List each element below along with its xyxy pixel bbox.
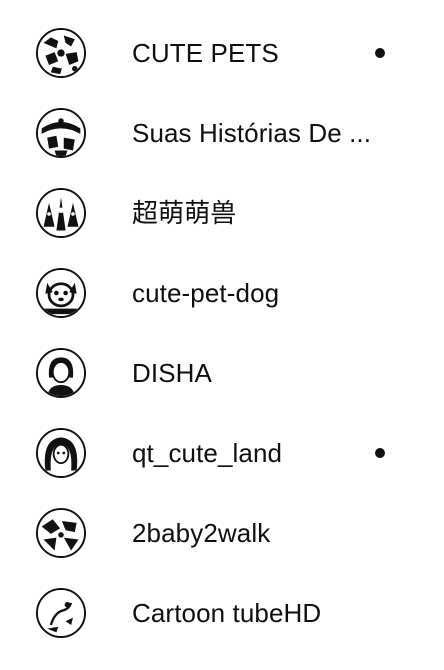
baby-avatar	[36, 508, 86, 558]
cute-beast-avatar	[36, 188, 86, 238]
channel-row-disha[interactable]: DISHA	[0, 333, 444, 413]
channel-row-suas-historias[interactable]: Suas Histórias De ...	[0, 93, 444, 173]
pet-collage-avatar	[36, 28, 86, 78]
story-avatar	[36, 108, 86, 158]
channel-row-chao-meng-meng-shou[interactable]: 超萌萌兽	[0, 173, 444, 253]
channel-name: qt_cute_land	[132, 438, 283, 468]
channel-name: cute-pet-dog	[132, 278, 280, 308]
new-content-dot	[375, 48, 385, 58]
girl-avatar	[36, 428, 86, 478]
channel-name: Suas Histórias De ...	[132, 118, 372, 148]
channel-name: 超萌萌兽	[132, 198, 237, 228]
subscriptions-channel-list: CUTE PETS Suas Histórias De ... 超萌萌兽 cut…	[0, 0, 444, 670]
new-content-dot	[375, 448, 385, 458]
channel-name: DISHA	[132, 358, 212, 388]
cartoon-avatar	[36, 588, 86, 638]
channel-row-cute-pet-dog[interactable]: cute-pet-dog	[0, 253, 444, 333]
channel-row-qt-cute-land[interactable]: qt_cute_land	[0, 413, 444, 493]
channel-row-cartoon-tubehd[interactable]: Cartoon tubeHD	[0, 573, 444, 653]
person-avatar	[36, 348, 86, 398]
dog-avatar	[36, 268, 86, 318]
channel-row-cute-pets[interactable]: CUTE PETS	[0, 13, 444, 93]
channel-name: Cartoon tubeHD	[132, 598, 322, 628]
channel-name: CUTE PETS	[132, 38, 279, 68]
channel-row-2baby2walk[interactable]: 2baby2walk	[0, 493, 444, 573]
channel-name: 2baby2walk	[132, 518, 271, 548]
